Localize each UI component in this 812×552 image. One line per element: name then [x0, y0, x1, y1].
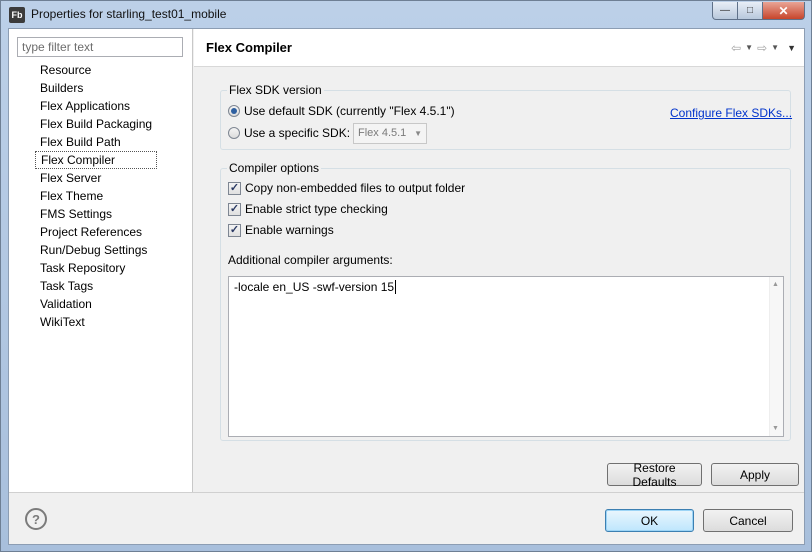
sdk-version-group: Flex SDK version Use default SDK (curren… [220, 83, 792, 150]
view-menu-icon[interactable]: ▼ [787, 41, 796, 55]
args-scrollbar[interactable]: ▲ ▼ [769, 277, 783, 436]
filter-input[interactable] [17, 37, 183, 57]
apply-button[interactable]: Apply [711, 463, 799, 486]
nav-item-task-repository[interactable]: Task Repository [35, 259, 157, 277]
minimize-button[interactable]: — [712, 2, 738, 20]
nav-item-run-debug-settings[interactable]: Run/Debug Settings [35, 241, 157, 259]
dialog-button-bar: ? OK Cancel [9, 492, 804, 544]
maximize-button[interactable]: □ [738, 2, 763, 20]
close-button[interactable]: ✕ [763, 2, 805, 20]
page-title: Flex Compiler [206, 40, 292, 55]
properties-dialog: Fb Properties for starling_test01_mobile… [0, 0, 812, 552]
enable-warnings-option[interactable]: ✓ Enable warnings [228, 223, 334, 237]
restore-defaults-button[interactable]: Restore Defaults [607, 461, 702, 489]
specific-sdk-option[interactable]: Use a specific SDK: [228, 126, 350, 140]
back-dropdown-icon[interactable]: ▼ [745, 41, 753, 55]
enable-warnings-checkbox[interactable]: ✓ [228, 223, 241, 237]
additional-args-label: Additional compiler arguments: [228, 253, 393, 267]
strict-type-checking-label: Enable strict type checking [245, 202, 388, 216]
history-navigation: ⇦ ▼ ⇨ ▼ ▼ [731, 41, 796, 55]
copy-non-embedded-label: Copy non-embedded files to output folder [245, 181, 466, 195]
nav-item-flex-build-packaging[interactable]: Flex Build Packaging [35, 115, 157, 133]
nav-item-resource[interactable]: Resource [35, 61, 157, 79]
compiler-options-group: Compiler options ✓ Copy non-embedded fil… [220, 161, 791, 441]
additional-args-value: -locale en_US -swf-version 15 [234, 280, 397, 294]
nav-item-fms-settings[interactable]: FMS Settings [35, 205, 157, 223]
copy-non-embedded-option[interactable]: ✓ Copy non-embedded files to output fold… [228, 181, 465, 195]
default-sdk-radio[interactable] [228, 105, 240, 117]
flash-builder-app-icon: Fb [9, 7, 25, 23]
nav-item-wikitext[interactable]: WikiText [35, 313, 157, 331]
window-controls: — □ ✕ [712, 2, 805, 20]
title-bar[interactable]: Fb Properties for starling_test01_mobile… [1, 1, 811, 28]
page-header: Flex Compiler ⇦ ▼ ⇨ ▼ ▼ [194, 29, 804, 67]
window-title: Properties for starling_test01_mobile [31, 7, 227, 21]
specific-sdk-label: Use a specific SDK: [244, 126, 351, 140]
navigation-panel: Resource Builders Flex Applications Flex… [9, 29, 193, 492]
cancel-button[interactable]: Cancel [703, 509, 793, 532]
close-icon: ✕ [778, 3, 789, 18]
default-sdk-option[interactable]: Use default SDK (currently "Flex 4.5.1") [228, 104, 455, 118]
configure-sdks-link[interactable]: Configure Flex SDKs... [670, 106, 792, 120]
back-icon[interactable]: ⇦ [731, 41, 741, 55]
sdk-group-label: Flex SDK version [227, 83, 324, 97]
nav-item-project-references[interactable]: Project References [35, 223, 157, 241]
property-page-list: Resource Builders Flex Applications Flex… [35, 61, 158, 331]
copy-non-embedded-checkbox[interactable]: ✓ [228, 181, 241, 195]
help-icon[interactable]: ? [25, 508, 47, 530]
chevron-down-icon: ▼ [414, 129, 422, 138]
minimize-icon: — [720, 5, 730, 16]
additional-args-textarea[interactable]: -locale en_US -swf-version 15 ▲ ▼ [228, 276, 784, 437]
nav-item-task-tags[interactable]: Task Tags [35, 277, 157, 295]
ok-button[interactable]: OK [605, 509, 694, 532]
specific-sdk-select[interactable]: Flex 4.5.1 ▼ [353, 123, 427, 144]
strict-type-checking-checkbox[interactable]: ✓ [228, 202, 241, 216]
nav-item-flex-theme[interactable]: Flex Theme [35, 187, 157, 205]
compiler-group-label: Compiler options [227, 161, 322, 175]
property-page: Flex Compiler ⇦ ▼ ⇨ ▼ ▼ Flex SDK version… [194, 29, 804, 492]
strict-type-checking-option[interactable]: ✓ Enable strict type checking [228, 202, 388, 216]
nav-item-builders[interactable]: Builders [35, 79, 157, 97]
nav-item-flex-server[interactable]: Flex Server [35, 169, 157, 187]
nav-item-flex-compiler[interactable]: Flex Compiler [35, 151, 158, 169]
specific-sdk-value: Flex 4.5.1 [358, 127, 407, 139]
scroll-up-icon[interactable]: ▲ [772, 281, 779, 288]
specific-sdk-radio[interactable] [228, 127, 240, 139]
scroll-down-icon[interactable]: ▼ [772, 425, 779, 432]
forward-icon[interactable]: ⇨ [757, 41, 767, 55]
nav-item-validation[interactable]: Validation [35, 295, 157, 313]
maximize-icon: □ [746, 5, 754, 16]
nav-item-flex-applications[interactable]: Flex Applications [35, 97, 157, 115]
forward-dropdown-icon[interactable]: ▼ [771, 41, 779, 55]
dialog-client-area: Resource Builders Flex Applications Flex… [8, 28, 805, 545]
default-sdk-label: Use default SDK (currently "Flex 4.5.1") [244, 104, 455, 118]
nav-item-flex-build-path[interactable]: Flex Build Path [35, 133, 157, 151]
enable-warnings-label: Enable warnings [245, 223, 334, 237]
